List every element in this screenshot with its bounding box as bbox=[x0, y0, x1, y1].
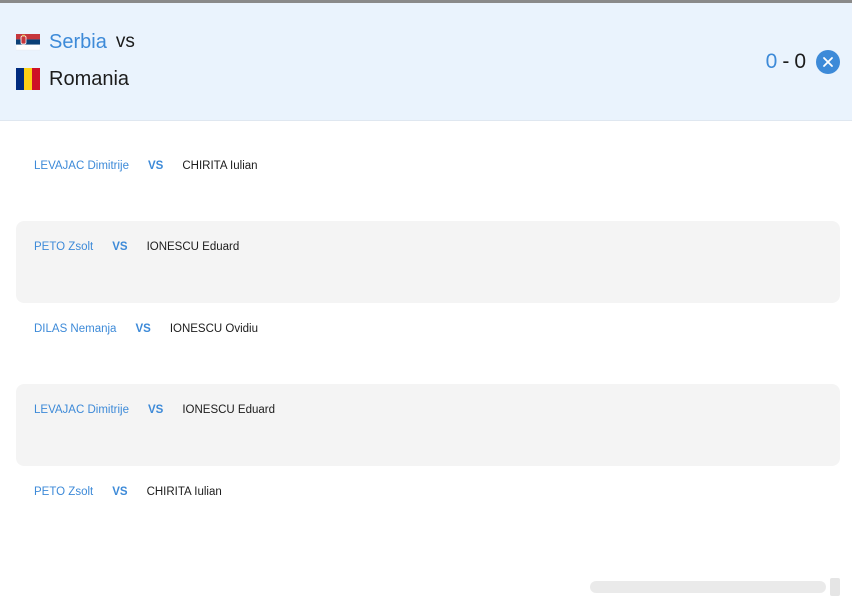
home-player: LEVAJAC Dimitrije bbox=[34, 160, 129, 172]
match-score: 0 - 0 bbox=[766, 50, 806, 74]
home-team-row: Serbia vs bbox=[15, 30, 135, 54]
watermark bbox=[590, 576, 840, 598]
away-player: IONESCU Ovidiu bbox=[169, 323, 258, 335]
home-player: DILAS Nemanja bbox=[34, 323, 117, 335]
away-team-name: Romania bbox=[49, 68, 130, 90]
home-player: PETO Zsolt bbox=[34, 486, 94, 498]
row-vs-label: VS bbox=[135, 323, 151, 335]
romania-flag-icon bbox=[16, 67, 40, 91]
away-player: IONESCU Eduard bbox=[182, 404, 276, 416]
match-row[interactable]: PETO Zsolt VS CHIRITA Iulian bbox=[16, 466, 840, 548]
row-vs-label: VS bbox=[112, 241, 128, 253]
match-row[interactable]: DILAS Nemanja VS IONESCU Ovidiu bbox=[16, 303, 840, 385]
close-button[interactable] bbox=[816, 50, 840, 74]
close-icon bbox=[823, 57, 833, 67]
match-row[interactable]: PETO Zsolt VS IONESCU Eduard bbox=[16, 221, 840, 303]
serbia-flag-icon bbox=[15, 30, 41, 54]
row-vs-label: VS bbox=[148, 404, 164, 416]
match-row[interactable]: LEVAJAC Dimitrije VS IONESCU Eduard bbox=[16, 384, 840, 466]
away-team-row: Romania bbox=[16, 67, 129, 91]
home-score: 0 bbox=[765, 50, 778, 73]
score-separator: - bbox=[782, 50, 790, 73]
home-player: LEVAJAC Dimitrije bbox=[34, 404, 129, 416]
away-score: 0 bbox=[794, 50, 806, 73]
row-vs-label: VS bbox=[112, 486, 128, 498]
home-player: PETO Zsolt bbox=[34, 241, 94, 253]
match-header: Serbia vs Romania 0 - 0 bbox=[0, 3, 852, 121]
match-row[interactable]: LEVAJAC Dimitrije VS CHIRITA Iulian bbox=[16, 140, 840, 222]
home-team-name: Serbia bbox=[49, 31, 107, 53]
away-player: IONESCU Eduard bbox=[146, 241, 240, 253]
away-player: CHIRITA Iulian bbox=[182, 160, 258, 172]
header-vs-label: vs bbox=[115, 31, 135, 52]
away-player: CHIRITA Iulian bbox=[146, 486, 222, 498]
row-vs-label: VS bbox=[148, 160, 164, 172]
